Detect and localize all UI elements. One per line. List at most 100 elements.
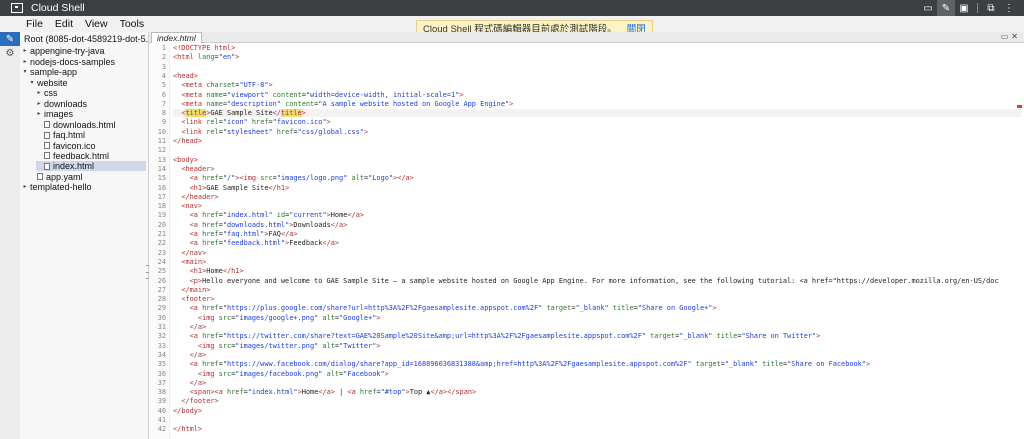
- tree-item[interactable]: index.html: [36, 161, 146, 172]
- menu-edit[interactable]: Edit: [55, 18, 73, 30]
- line-number: 2: [161, 53, 166, 62]
- laptop-icon[interactable]: ▭: [919, 0, 937, 16]
- code-line[interactable]: <main>: [173, 258, 1021, 266]
- code-line[interactable]: </main>: [173, 286, 1021, 294]
- code-line[interactable]: <h1>Home</h1>: [173, 267, 1021, 275]
- code-line[interactable]: </a>: [173, 379, 1021, 387]
- tree-item-label: feedback.html: [53, 150, 110, 161]
- tree-item[interactable]: ▸ templated-hello: [22, 182, 146, 192]
- code-line[interactable]: <a href="https://plus.google.com/share?u…: [173, 304, 1021, 312]
- close-editor-icon[interactable]: ✕: [1011, 32, 1018, 42]
- line-number: 30: [157, 313, 166, 322]
- chevron-down-icon[interactable]: ▾: [29, 78, 35, 88]
- chevron-right-icon[interactable]: ▸: [22, 57, 28, 67]
- pencil-icon[interactable]: ✎: [937, 0, 955, 16]
- code-line[interactable]: <img src="images/twitter.png" alt="Twitt…: [173, 342, 1021, 350]
- code-line[interactable]: </a>: [173, 351, 1021, 359]
- code-line[interactable]: <meta name="description" content="A samp…: [173, 100, 1021, 108]
- line-number: 7: [161, 99, 166, 108]
- tree-item-label: website: [37, 77, 68, 88]
- code-line[interactable]: <meta name="viewport" content="width=dev…: [173, 91, 1021, 99]
- menu-file[interactable]: File: [26, 18, 43, 30]
- code-line[interactable]: </footer>: [173, 397, 1021, 405]
- tree-item[interactable]: ▾ website: [29, 78, 146, 88]
- terminal-icon[interactable]: ▣: [955, 0, 973, 16]
- tree-item-label: downloads.html: [53, 119, 116, 130]
- code-line[interactable]: <nav>: [173, 202, 1021, 210]
- code-line[interactable]: <a href="/"><img src="images/logo.png" a…: [173, 174, 1021, 182]
- chevron-right-icon[interactable]: ▸: [36, 88, 42, 98]
- code-line[interactable]: <head>: [173, 72, 1021, 80]
- code-line[interactable]: <span><a href="index.html">Home</a> | <a…: [173, 388, 1021, 396]
- code-line[interactable]: <link rel="icon" href="favicon.ico">: [173, 118, 1021, 126]
- tree-item[interactable]: ▸ appengine-try-java: [22, 46, 146, 56]
- code-line[interactable]: <footer>: [173, 295, 1021, 303]
- tree-item[interactable]: feedback.html: [36, 151, 146, 161]
- tree-item-label: templated-hello: [30, 182, 92, 193]
- code-line[interactable]: <img src="images/google+.png" alt="Googl…: [173, 314, 1021, 322]
- chevron-right-icon[interactable]: ▸: [36, 109, 42, 119]
- code-line[interactable]: </html>: [173, 425, 1021, 433]
- web-preview-icon[interactable]: ⧉: [982, 0, 1000, 16]
- line-number: 42: [157, 425, 166, 434]
- tree-item-label: sample-app: [30, 67, 78, 78]
- code-line[interactable]: <title>GAE Sample Site</title>: [173, 109, 1021, 118]
- tree-item[interactable]: ▸ images: [36, 109, 146, 119]
- more-icon[interactable]: ⋮: [1000, 0, 1018, 16]
- code-line[interactable]: <meta charset="UTF-8">: [173, 81, 1021, 89]
- code-line[interactable]: <h1>GAE Sample Site</h1>: [173, 184, 1021, 192]
- code-line[interactable]: <header>: [173, 165, 1021, 173]
- code-line[interactable]: <p>Hello everyone and welcome to GAE Sam…: [173, 277, 1021, 285]
- line-number: 35: [157, 360, 166, 369]
- tab-index-html[interactable]: index.html: [151, 32, 202, 43]
- chevron-right-icon[interactable]: ▸: [36, 99, 42, 109]
- code-line[interactable]: <a href="https://twitter.com/share?text=…: [173, 332, 1021, 340]
- code-line[interactable]: <a href="downloads.html">Downloads</a>: [173, 221, 1021, 229]
- chevron-right-icon[interactable]: ▸: [22, 46, 28, 56]
- code-editor[interactable]: 1 2 3 4 5 6 7 8 9 10 11 12 13 14 15 16 17 18 19 20 21 22 23 24 2…: [149, 43, 1024, 439]
- tree-item[interactable]: app.yaml: [29, 172, 146, 182]
- code-line[interactable]: <link rel="stylesheet" href="css/global.…: [173, 128, 1021, 136]
- tree-item[interactable]: downloads.html: [36, 120, 146, 130]
- tree-item[interactable]: ▸ css: [36, 88, 146, 98]
- explorer-toggle-icon[interactable]: ✎: [0, 32, 20, 46]
- code-line[interactable]: <a href="index.html" id="current">Home</…: [173, 211, 1021, 219]
- split-editor-icon[interactable]: ▭: [1001, 32, 1009, 42]
- code-line[interactable]: </a>: [173, 323, 1021, 331]
- menu-view[interactable]: View: [85, 18, 108, 30]
- code-line[interactable]: <body>: [173, 156, 1021, 164]
- tree-item-label: downloads: [44, 98, 88, 109]
- chevron-right-icon[interactable]: ▸: [22, 182, 28, 192]
- line-number: 27: [157, 285, 166, 294]
- code-line[interactable]: <a href="https://www.facebook.com/dialog…: [173, 360, 1021, 368]
- code-line[interactable]: </header>: [173, 193, 1021, 201]
- tree-item[interactable]: ▸ nodejs-docs-samples: [22, 57, 146, 67]
- chevron-down-icon[interactable]: ▾: [22, 67, 28, 77]
- tree-item-label: favicon.ico: [53, 140, 96, 151]
- tree-item[interactable]: ▸ downloads: [36, 99, 146, 109]
- tree-item[interactable]: ▾ sample-app: [22, 67, 146, 77]
- line-number-gutter: 1 2 3 4 5 6 7 8 9 10 11 12 13 14 15 16 17 18 19 20 21 22 23 24 2…: [149, 43, 170, 439]
- code-line[interactable]: [173, 416, 1021, 424]
- tree-item[interactable]: faq.html: [36, 130, 146, 140]
- code-line[interactable]: [173, 146, 1021, 154]
- tree-item[interactable]: Root (8085-dot-4589219-dot-5...: [22, 34, 153, 44]
- code-line[interactable]: </head>: [173, 137, 1021, 145]
- tree-item[interactable]: favicon.ico: [36, 141, 146, 151]
- code-line[interactable]: </body>: [173, 407, 1021, 415]
- line-number: 21: [157, 230, 166, 238]
- file-icon: [44, 162, 50, 170]
- line-number: 38: [157, 388, 166, 397]
- line-number: 19: [157, 211, 166, 220]
- menu-tools[interactable]: Tools: [120, 18, 145, 30]
- line-number: 29: [157, 304, 166, 313]
- code-line[interactable]: <html lang="en">: [173, 53, 1021, 61]
- code-line[interactable]: <img src="images/facebook.png" alt="Face…: [173, 370, 1021, 378]
- code-line[interactable]: [173, 63, 1021, 71]
- code-line[interactable]: <!DOCTYPE html>: [173, 44, 1021, 52]
- code-line[interactable]: <a href="feedback.html">Feedback</a>: [173, 239, 1021, 247]
- line-number: 40: [157, 406, 166, 415]
- code-line[interactable]: <a href="faq.html">FAQ</a>: [173, 230, 1021, 238]
- settings-gear-icon[interactable]: ⚙: [0, 46, 20, 60]
- code-line[interactable]: </nav>: [173, 249, 1021, 257]
